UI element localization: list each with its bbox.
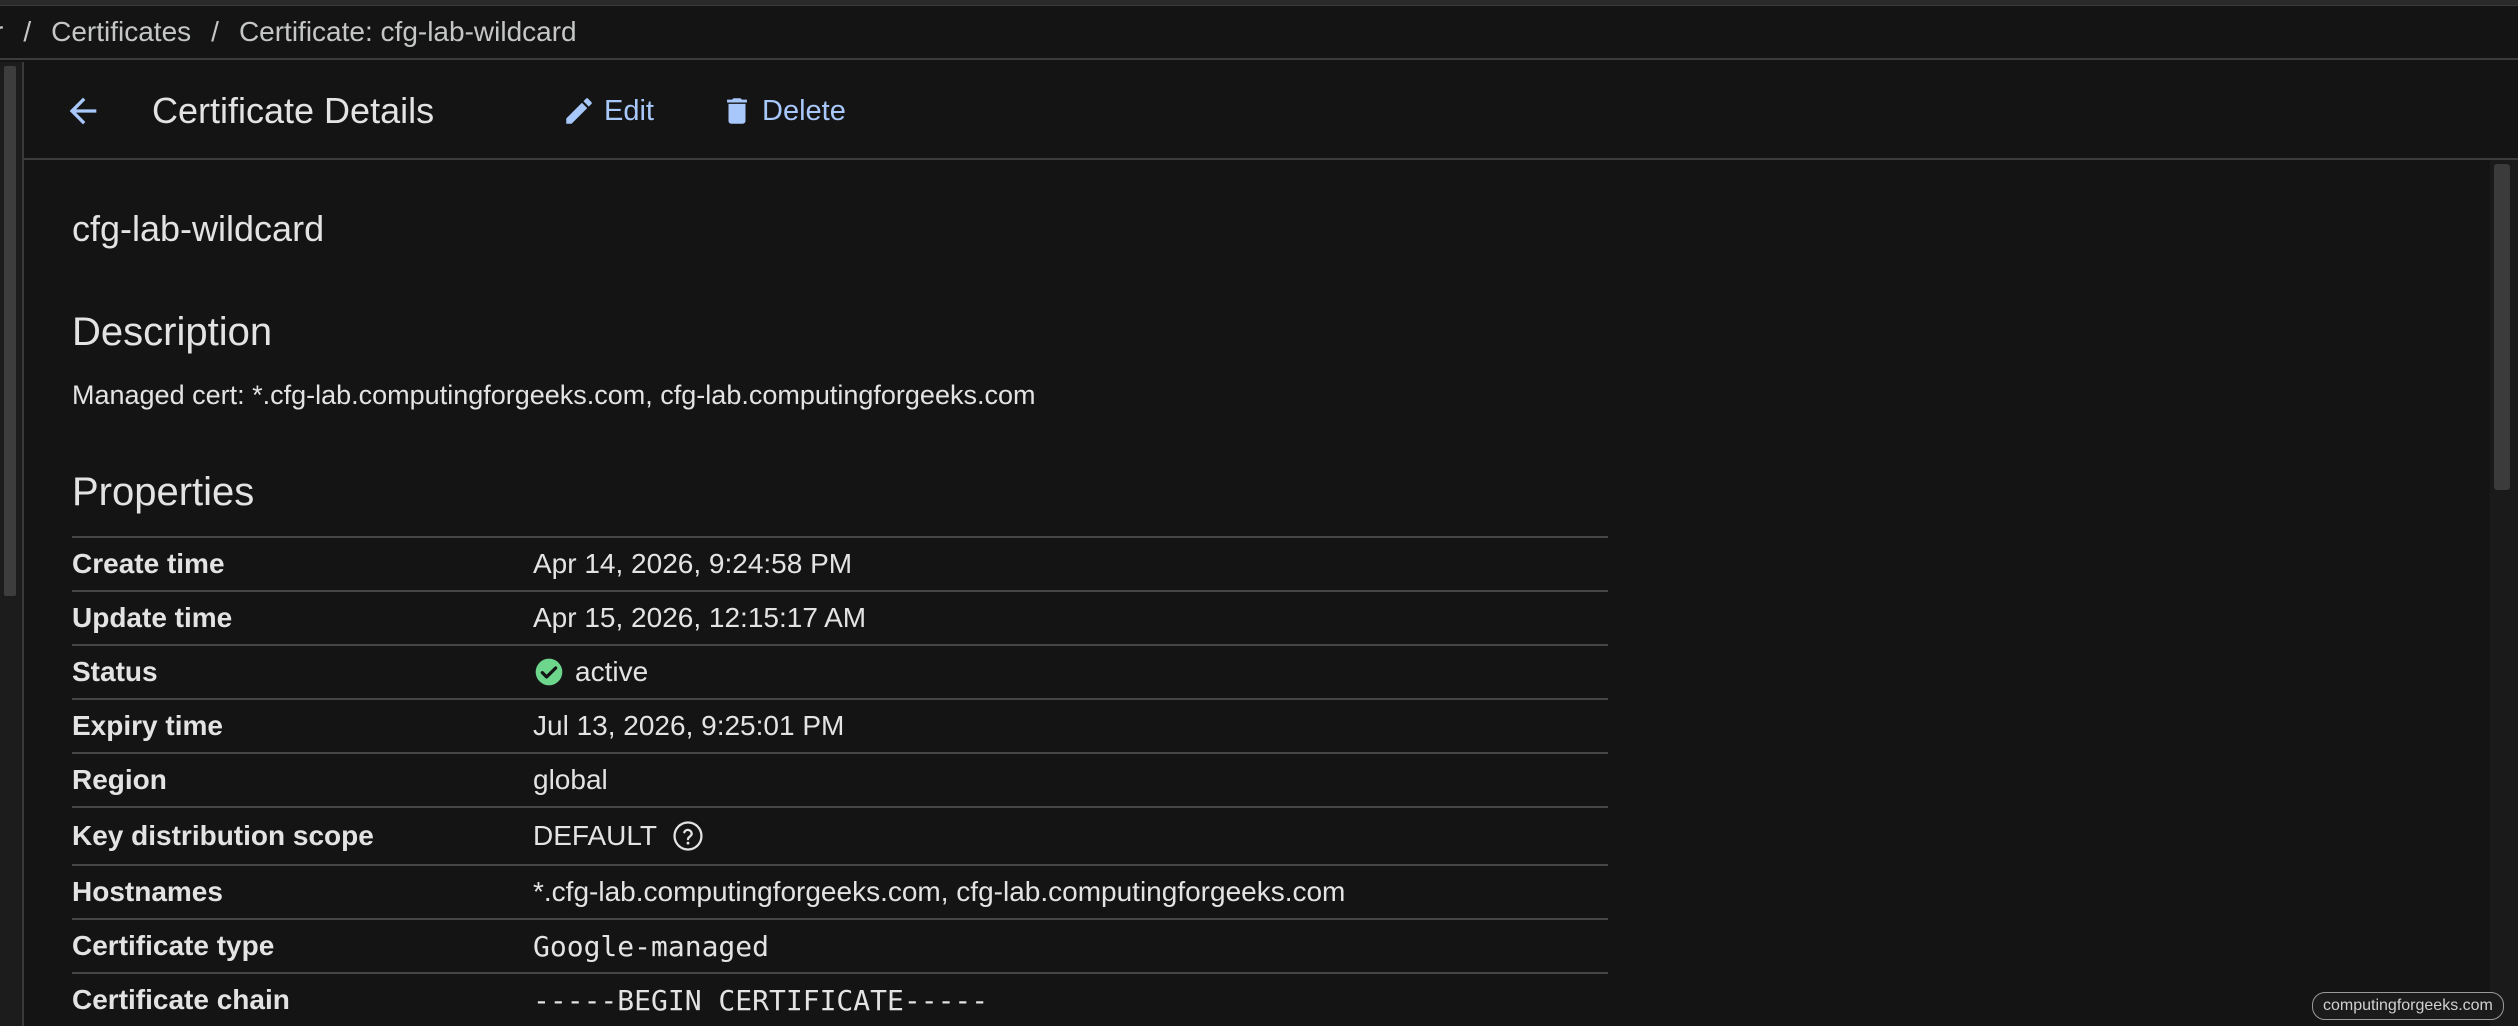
page-title: Certificate Details <box>152 90 435 131</box>
property-row-hostnames: Hostnames *.cfg-lab.computingforgeeks.co… <box>72 864 1608 918</box>
watermark: computingforgeeks.com <box>2312 992 2504 1020</box>
property-row-update-time: Update time Apr 15, 2026, 12:15:17 AM <box>72 590 1608 644</box>
property-row-key-distribution-scope: Key distribution scope DEFAULT <box>72 806 1608 864</box>
arrow-back-icon <box>69 97 97 125</box>
pencil-icon <box>566 98 592 124</box>
breadcrumb-current-certificate: Certificate: cfg-lab-wildcard <box>238 16 577 47</box>
breadcrumb-separator: / <box>211 16 219 47</box>
help-circle-icon[interactable] <box>671 819 705 853</box>
property-row-expiry-time: Expiry time Jul 13, 2026, 9:25:01 PM <box>72 698 1608 752</box>
description-heading: Description <box>72 310 273 354</box>
properties-table: Create time Apr 14, 2026, 9:24:58 PM Upd… <box>72 536 1608 1026</box>
edit-button[interactable]: Edit <box>562 88 654 134</box>
details-header: Certificate Details Edit Delete <box>24 62 2518 160</box>
key-scope-value: DEFAULT <box>533 819 705 853</box>
property-key: Status <box>72 656 158 687</box>
edit-button-label: Edit <box>604 94 654 127</box>
property-key: Update time <box>72 602 233 633</box>
breadcrumb-certificates[interactable]: Certificates <box>51 16 191 48</box>
left-scrollbar[interactable] <box>0 62 24 1026</box>
property-value: Apr 14, 2026, 9:24:58 PM <box>533 548 853 579</box>
delete-button[interactable]: Delete <box>720 88 846 134</box>
key-scope-text: DEFAULT <box>533 820 657 851</box>
certificate-name: cfg-lab-wildcard <box>72 208 325 249</box>
description-text: Managed cert: *.cfg-lab.computingforgeek… <box>72 380 1036 410</box>
property-key: Hostnames <box>72 876 223 907</box>
property-key: Key distribution scope <box>72 820 374 851</box>
trash-icon <box>727 98 747 124</box>
content-scrollbar-thumb[interactable] <box>2494 164 2510 490</box>
breadcrumb: r / Certificates / Certificate: cfg-lab-… <box>0 6 2518 60</box>
property-key: Region <box>72 764 167 795</box>
property-value: Google-managed <box>533 929 770 963</box>
property-row-certificate-chain: Certificate chain -----BEGIN CERTIFICATE… <box>72 972 1608 1026</box>
property-key: Certificate chain <box>72 984 290 1015</box>
breadcrumb-partial-item[interactable]: r <box>0 16 3 48</box>
status-text: active <box>575 656 649 687</box>
property-row-region: Region global <box>72 752 1608 806</box>
property-value: -----BEGIN CERTIFICATE----- <box>533 983 989 1017</box>
property-value: *.cfg-lab.computingforgeeks.com, cfg-lab… <box>533 876 1346 907</box>
check-circle-icon <box>533 656 565 688</box>
property-value: Apr 15, 2026, 12:15:17 AM <box>533 602 867 633</box>
back-button[interactable] <box>60 88 106 134</box>
left-scrollbar-thumb[interactable] <box>4 66 16 596</box>
content-scrollbar[interactable] <box>2490 160 2518 1026</box>
property-row-status: Status active <box>72 644 1608 698</box>
status-value: active <box>533 656 648 688</box>
property-key: Expiry time <box>72 710 223 741</box>
property-key: Certificate type <box>72 930 275 961</box>
property-value: global <box>533 764 608 795</box>
property-key: Create time <box>72 548 225 579</box>
property-value: Jul 13, 2026, 9:25:01 PM <box>533 710 845 741</box>
delete-button-label: Delete <box>762 94 846 127</box>
property-row-create-time: Create time Apr 14, 2026, 9:24:58 PM <box>72 536 1608 590</box>
breadcrumb-separator: / <box>23 16 32 47</box>
property-row-certificate-type: Certificate type Google-managed <box>72 918 1608 972</box>
app-frame: r / Certificates / Certificate: cfg-lab-… <box>0 0 2518 1026</box>
properties-heading: Properties <box>72 470 255 514</box>
